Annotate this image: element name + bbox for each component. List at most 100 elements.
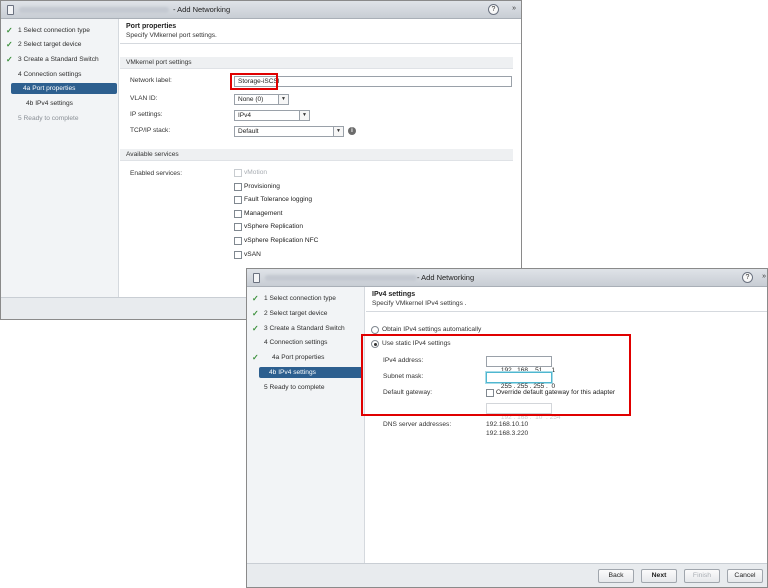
vsan-label: vSAN [244,251,261,258]
section-vmkernel-port-settings: VMkernel port settings [120,57,513,69]
step-label: Create a Standard Switch [23,56,99,63]
step-label: Connection settings [23,71,82,78]
step-number: 2 [264,310,268,317]
divider [366,311,767,312]
vsphere-replication-nfc-label: vSphere Replication NFC [244,237,319,244]
vlan-id-value: None (0) [238,96,264,103]
step-number: 5 [264,384,268,391]
title-bar: - Add Networking ? » [247,269,767,287]
step-select-target-device[interactable]: ✓ 2 Select target device [4,39,116,50]
expand-icon[interactable]: » [512,5,516,12]
check-icon: ✓ [6,26,13,35]
subnet-mask-input[interactable]: 255 . 255 . 255 . 0 [486,372,555,390]
step-select-connection-type[interactable]: ✓ 1 Select connection type [4,25,116,36]
step-ready-to-complete[interactable]: 5 Ready to complete [250,382,362,393]
step-label: Select connection type [23,27,90,34]
step-ready-to-complete[interactable]: 5 Ready to complete [4,113,116,124]
vlan-id-dropdown[interactable]: None (0) ▼ [234,94,289,105]
vlan-id-label: VLAN ID: [130,95,158,102]
port-properties-panel: Port properties Specify VMkernel port se… [120,19,521,297]
step-ipv4-settings[interactable]: 4b IPv4 settings [4,98,116,109]
dns-server-addresses-label: DNS server addresses: [383,421,452,428]
info-icon[interactable]: i [348,127,356,135]
tcpip-stack-label: TCP/IP stack: [130,127,171,134]
step-number: 1 [18,27,22,34]
page-title: Port properties [126,23,177,30]
subnet-mask-label: Subnet mask: [383,373,424,380]
override-gateway-checkbox[interactable] [486,389,494,397]
step-label: Select connection type [269,295,336,302]
step-connection-settings[interactable]: 4 Connection settings [4,69,116,80]
provisioning-checkbox[interactable] [234,183,242,191]
ipv4-address-label: IPv4 address: [383,357,424,364]
step-number: 4 [18,71,22,78]
chevron-down-icon: ▼ [278,95,288,104]
help-icon[interactable]: ? [742,272,753,283]
check-icon: ✓ [6,40,13,49]
step-connection-settings[interactable]: 4 Connection settings [250,337,362,348]
vmotion-label: vMotion [244,169,268,176]
step-label: Create a Standard Switch [269,325,345,332]
step-number: 5 [18,115,22,122]
ip-settings-value: IPv4 [238,112,252,119]
title-bar: - Add Networking ? » [1,1,521,19]
step-ipv4-settings[interactable]: 4b IPv4 settings [259,367,363,378]
host-name-redacted [19,7,169,13]
step-number: 4a [23,85,31,92]
step-label: IPv4 settings [278,369,316,376]
vsphere-replication-checkbox[interactable] [234,223,242,231]
vmotion-checkbox[interactable] [234,169,242,177]
step-port-properties[interactable]: ✓ 4a Port properties [250,352,362,363]
check-icon: ✓ [252,309,259,318]
network-label-input[interactable]: Storage-iSCSI [234,76,512,87]
tcpip-stack-value: Default [238,128,259,135]
obtain-ipv4-auto-radio[interactable] [371,326,379,334]
check-icon: ✓ [252,353,259,362]
step-select-connection-type[interactable]: ✓ 1 Select connection type [250,293,362,304]
step-number: 2 [18,41,22,48]
back-button[interactable]: Back [598,569,634,583]
step-create-standard-switch[interactable]: ✓ 3 Create a Standard Switch [250,323,362,334]
vsphere-replication-nfc-checkbox[interactable] [234,237,242,245]
step-number: 3 [18,56,22,63]
step-label: Select target device [23,41,82,48]
expand-icon[interactable]: » [762,273,766,280]
fault-tolerance-logging-checkbox[interactable] [234,196,242,204]
obtain-ipv4-auto-label: Obtain IPv4 settings automatically [382,326,482,333]
tcpip-stack-dropdown[interactable]: Default ▼ [234,126,344,137]
ipv4-address-input[interactable]: 192 . 168 . 51 . 1 [486,356,555,374]
dns-server-2: 192.168.3.220 [486,430,529,437]
default-gateway-input[interactable]: 192 . 168 . 10 . 254 [486,403,560,421]
step-select-target-device[interactable]: ✓ 2 Select target device [250,308,362,319]
step-label: IPv4 settings [35,100,73,107]
page-subtitle: Specify VMkernel port settings. [126,32,217,39]
ip-settings-label: IP settings: [130,111,163,118]
ipv4-settings-panel: IPv4 settings Specify VMkernel IPv4 sett… [361,287,767,563]
step-number: 3 [264,325,268,332]
dns-server-1: 192.168.10.10 [486,421,529,428]
step-number: 4b [26,100,34,107]
wizard-steps: ✓ 1 Select connection type ✓ 2 Select ta… [1,19,119,297]
add-networking-window-ipv4-settings: - Add Networking ? » ✓ 1 Select connecti… [246,268,768,588]
override-gateway-label: Override default gateway for this adapte… [496,389,616,396]
step-number: 1 [264,295,268,302]
step-label: Port properties [32,85,76,92]
window-title: - Add Networking [417,273,475,282]
next-button[interactable]: Next [641,569,677,583]
step-label: Port properties [281,354,325,361]
cancel-button[interactable]: Cancel [727,569,763,583]
management-checkbox[interactable] [234,210,242,218]
divider [120,43,521,44]
step-label: Ready to complete [23,115,79,122]
ip-settings-dropdown[interactable]: IPv4 ▼ [234,110,310,121]
help-icon[interactable]: ? [488,4,499,15]
use-static-ipv4-radio[interactable] [371,340,379,348]
step-label: Ready to complete [269,384,325,391]
step-port-properties[interactable]: 4a Port properties [11,83,117,94]
finish-button[interactable]: Finish [684,569,720,583]
check-icon: ✓ [6,55,13,64]
vsan-checkbox[interactable] [234,251,242,259]
vsphere-replication-label: vSphere Replication [244,223,304,230]
step-create-standard-switch[interactable]: ✓ 3 Create a Standard Switch [4,54,116,65]
window-title: - Add Networking [173,5,231,14]
